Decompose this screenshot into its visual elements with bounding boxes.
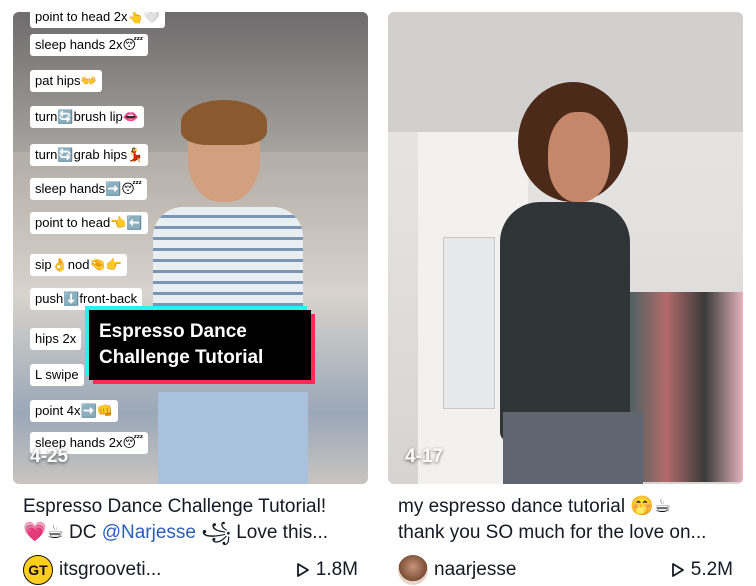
avatar[interactable]: [398, 555, 428, 585]
description-text: 💗☕ DC: [23, 522, 102, 543]
dance-step-label: sleep hands 2x😴: [30, 34, 149, 56]
username-link[interactable]: naarjesse: [434, 559, 663, 581]
dance-step-label: turn🔄grab hips💃: [30, 144, 149, 166]
video-meta: GT itsgrooveti... 1.8M: [13, 554, 368, 586]
person-top: [500, 202, 630, 442]
play-icon: [296, 562, 316, 578]
dance-step-label: point 4x➡️👊: [30, 400, 118, 422]
person-hair: [181, 100, 267, 145]
clothes-rack: [628, 292, 743, 482]
dance-step-label: sleep hands➡️😴: [30, 178, 148, 200]
description-line: Espresso Dance Challenge Tutorial!: [23, 496, 327, 517]
dance-step-label: point to head👈⬅️: [30, 212, 148, 234]
view-count-value: 1.8M: [315, 559, 358, 580]
dance-step-label: L swipe: [30, 364, 84, 386]
person-head: [548, 112, 610, 202]
video-meta: naarjesse 5.2M: [388, 554, 743, 586]
dance-step-label: sip👌nod🤏👉: [30, 254, 127, 276]
view-count-value: 5.2M: [690, 559, 733, 580]
video-card[interactable]: point to head 2x👆🤍 sleep hands 2x😴 pat h…: [13, 12, 368, 586]
dance-step-label: point to head 2x👆🤍: [30, 12, 165, 28]
dance-step-label: turn🔄brush lip👄: [30, 106, 144, 128]
video-card[interactable]: 4-17 my espresso dance tutorial 🤭☕ thank…: [388, 12, 743, 586]
dance-step-label: push⬇️front-back: [30, 288, 143, 310]
view-count: 5.2M: [671, 559, 733, 581]
person-jeans: [158, 392, 308, 484]
mirror-shape: [443, 237, 495, 409]
description-text: ꧁ Love this...: [195, 522, 329, 543]
video-date: 4-25: [30, 446, 69, 467]
video-thumbnail[interactable]: point to head 2x👆🤍 sleep hands 2x😴 pat h…: [13, 12, 368, 484]
play-icon: [671, 562, 691, 578]
video-description[interactable]: Espresso Dance Challenge Tutorial! 💗☕ DC…: [13, 494, 368, 546]
person-pants: [503, 412, 643, 484]
video-date: 4-17: [405, 446, 444, 467]
mention-link[interactable]: @Narjesse: [102, 522, 196, 543]
avatar-initials: GT: [28, 562, 48, 578]
view-count: 1.8M: [296, 559, 358, 581]
username-link[interactable]: itsgrooveti...: [59, 559, 288, 581]
avatar[interactable]: GT: [23, 555, 53, 585]
video-description[interactable]: my espresso dance tutorial 🤭☕ thank you …: [388, 494, 743, 546]
description-line: 💗☕ DC @Narjesse ꧁ Love this...: [23, 520, 358, 546]
description-line: thank you SO much for the love on...: [398, 522, 707, 543]
description-line: my espresso dance tutorial 🤭☕: [398, 496, 672, 517]
dance-step-label: pat hips👐: [30, 70, 102, 92]
video-overlay-title: Espresso Dance Challenge Tutorial: [89, 310, 311, 380]
person-shirt: [153, 207, 303, 317]
video-thumbnail[interactable]: 4-17: [388, 12, 743, 484]
dance-step-label: hips 2x: [30, 328, 82, 350]
